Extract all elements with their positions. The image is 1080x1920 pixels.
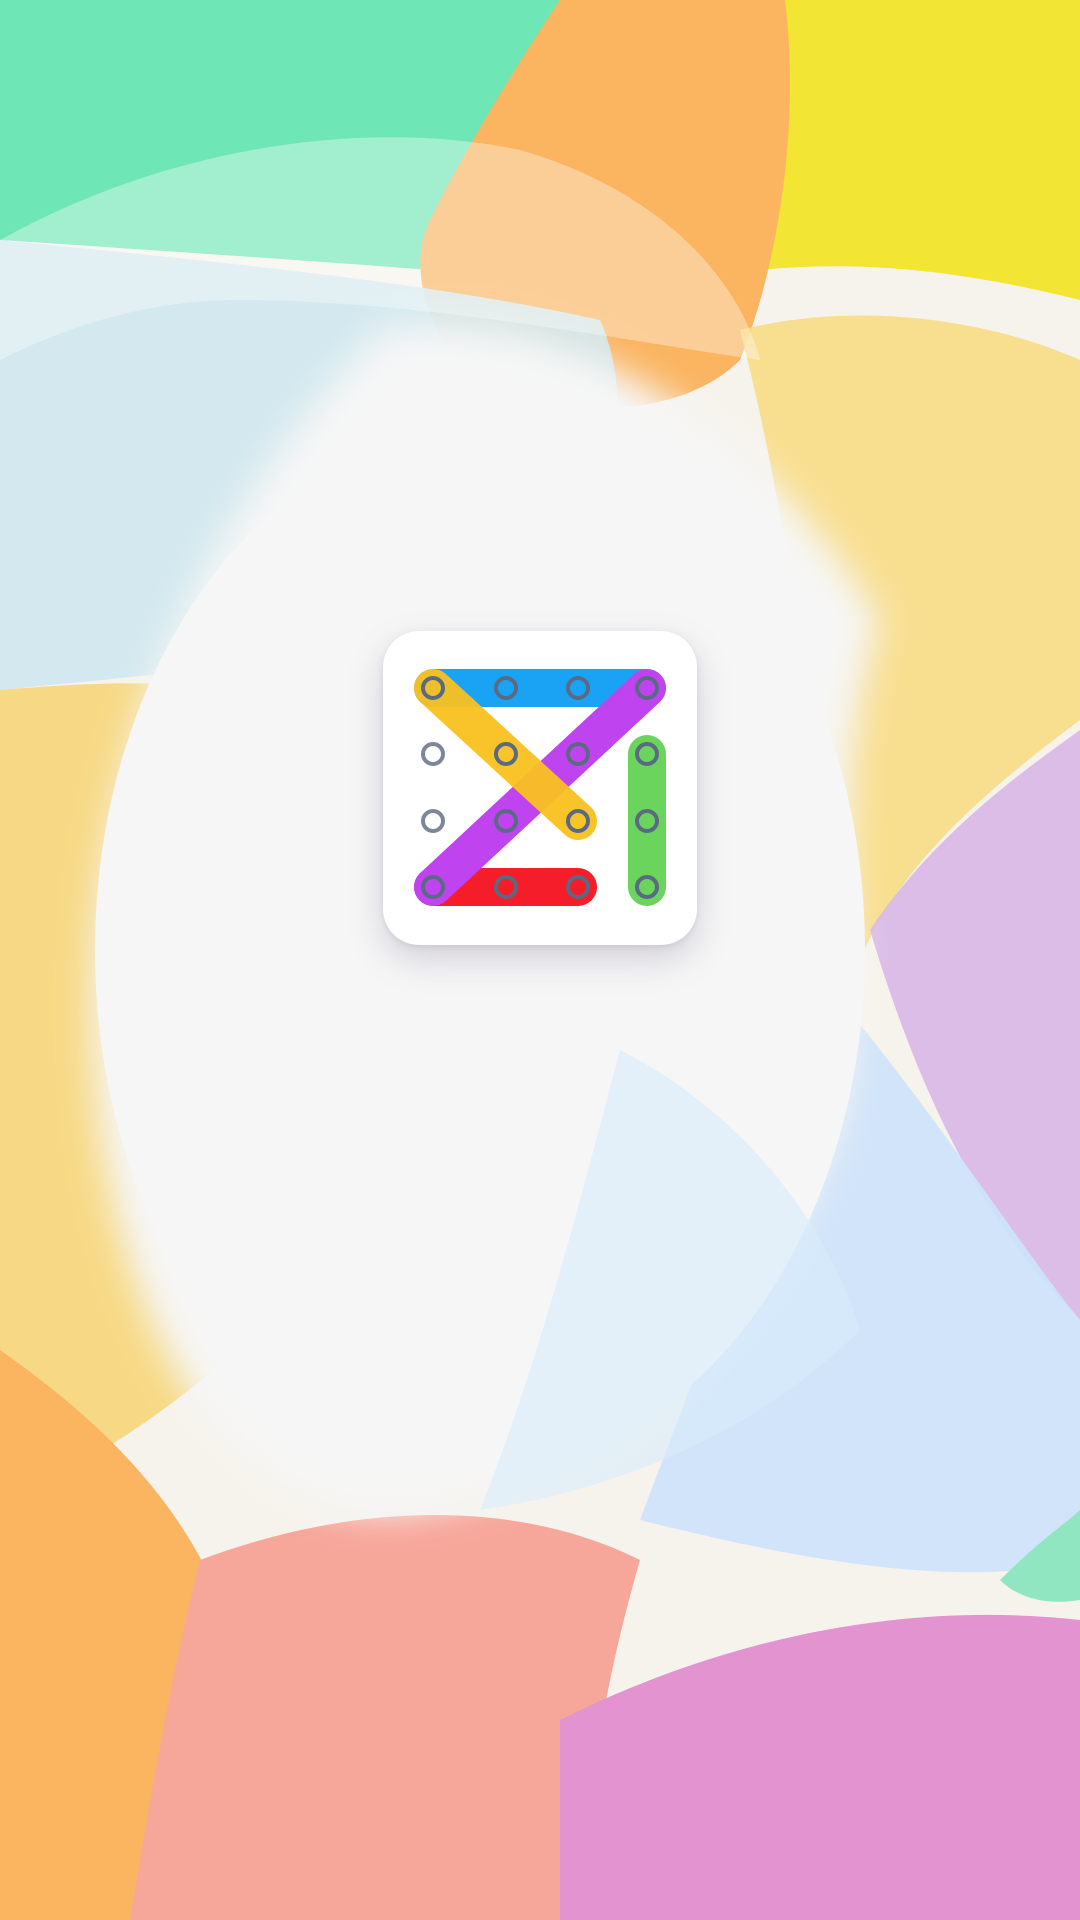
- app-icon[interactable]: [383, 631, 697, 945]
- abstract-background: [0, 0, 1080, 1920]
- splash-screen: [0, 0, 1080, 1920]
- word-search-grid-icon: [414, 669, 666, 906]
